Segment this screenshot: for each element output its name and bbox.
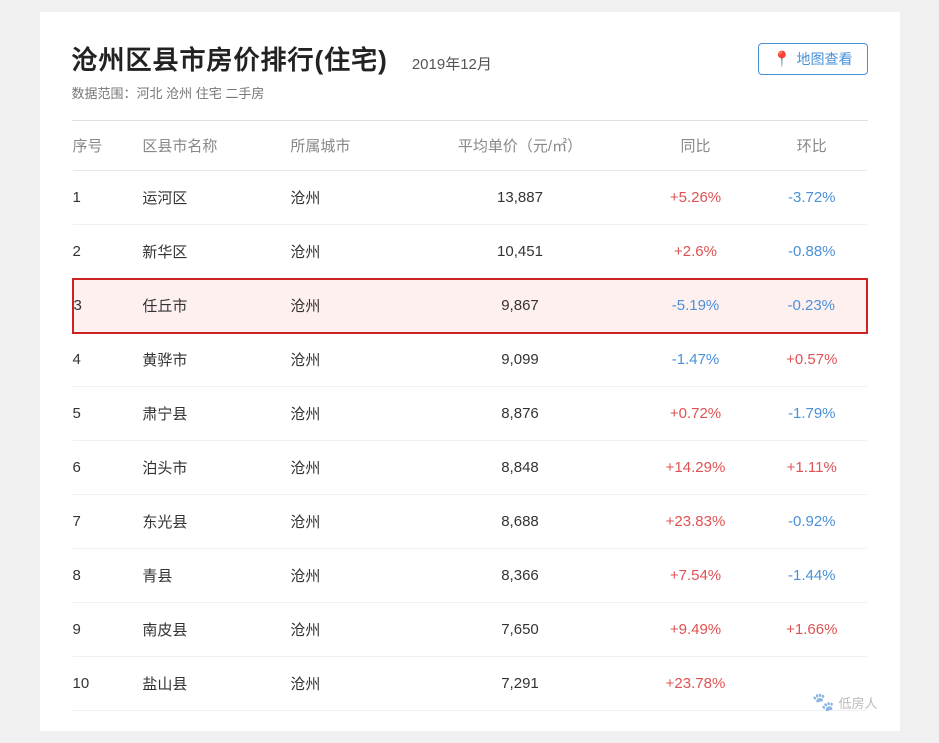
col-name: 区县市名称 [134,121,282,171]
cell-city: 沧州 [282,441,406,495]
cell-price: 8,688 [406,495,634,549]
cell-rank: 9 [73,603,135,657]
watermark: 🐾 低房人 [812,692,877,713]
cell-rank: 4 [73,333,135,387]
col-city: 所属城市 [282,121,406,171]
cell-yoy: +23.83% [634,495,757,549]
watermark-text: 低房人 [838,693,877,712]
cell-city: 沧州 [282,603,406,657]
table-header-row: 序号 区县市名称 所属城市 平均单价（元/㎡） 同比 环比 [73,121,867,171]
cell-price: 8,366 [406,549,634,603]
col-rank: 序号 [73,121,135,171]
cell-rank: 8 [73,549,135,603]
cell-mom: -0.88% [757,225,866,279]
cell-yoy: -1.47% [634,333,757,387]
cell-yoy: -5.19% [634,279,757,333]
cell-price: 13,887 [406,171,634,225]
watermark-icon: 🐾 [812,692,834,713]
cell-name: 南皮县 [134,603,282,657]
cell-city: 沧州 [282,225,406,279]
data-range: 数据范围：河北 沧州 住宅 二手房 [72,83,868,102]
table-row: 2新华区沧州10,451+2.6%-0.88% [73,225,867,279]
cell-price: 10,451 [406,225,634,279]
cell-price: 9,867 [406,279,634,333]
table-row: 4黄骅市沧州9,099-1.47%+0.57% [73,333,867,387]
cell-yoy: +2.6% [634,225,757,279]
cell-name: 运河区 [134,171,282,225]
cell-yoy: +5.26% [634,171,757,225]
cell-rank: 6 [73,441,135,495]
cell-city: 沧州 [282,279,406,333]
cell-rank: 5 [73,387,135,441]
cell-name: 泊头市 [134,441,282,495]
title-group: 沧州区县市房价排行(住宅) 2019年12月 [72,40,492,77]
date-label: 2019年12月 [412,53,492,74]
cell-rank: 10 [73,657,135,711]
cell-price: 9,099 [406,333,634,387]
table-row: 3任丘市沧州9,867-5.19%-0.23% [73,279,867,333]
map-icon: 📍 [773,50,792,68]
cell-mom: +0.57% [757,333,866,387]
main-title: 沧州区县市房价排行(住宅) [72,40,388,77]
cell-yoy: +23.78% [634,657,757,711]
cell-city: 沧州 [282,333,406,387]
cell-name: 任丘市 [134,279,282,333]
cell-price: 7,650 [406,603,634,657]
col-yoy: 同比 [634,121,757,171]
cell-city: 沧州 [282,387,406,441]
cell-name: 青县 [134,549,282,603]
map-button[interactable]: 📍 地图查看 [758,43,868,75]
header-row: 沧州区县市房价排行(住宅) 2019年12月 📍 地图查看 [72,40,868,77]
cell-rank: 2 [73,225,135,279]
cell-mom: +1.11% [757,441,866,495]
map-button-label: 地图查看 [797,49,853,69]
table-row: 9南皮县沧州7,650+9.49%+1.66% [73,603,867,657]
col-price: 平均单价（元/㎡） [406,121,634,171]
cell-price: 8,848 [406,441,634,495]
cell-yoy: +7.54% [634,549,757,603]
cell-rank: 3 [73,279,135,333]
table-row: 7东光县沧州8,688+23.83%-0.92% [73,495,867,549]
cell-mom: -0.23% [757,279,866,333]
cell-city: 沧州 [282,171,406,225]
table-row: 5肃宁县沧州8,876+0.72%-1.79% [73,387,867,441]
price-table: 序号 区县市名称 所属城市 平均单价（元/㎡） 同比 环比 1运河区沧州13,8… [72,121,868,711]
cell-mom: -0.92% [757,495,866,549]
cell-name: 新华区 [134,225,282,279]
cell-price: 7,291 [406,657,634,711]
cell-mom: -1.44% [757,549,866,603]
cell-name: 东光县 [134,495,282,549]
table-row: 1运河区沧州13,887+5.26%-3.72% [73,171,867,225]
cell-name: 黄骅市 [134,333,282,387]
cell-rank: 7 [73,495,135,549]
table-row: 10盐山县沧州7,291+23.78% [73,657,867,711]
cell-city: 沧州 [282,495,406,549]
cell-name: 盐山县 [134,657,282,711]
cell-mom: +1.66% [757,603,866,657]
cell-mom: -3.72% [757,171,866,225]
cell-city: 沧州 [282,657,406,711]
main-card: 沧州区县市房价排行(住宅) 2019年12月 📍 地图查看 数据范围：河北 沧州… [40,12,900,731]
col-mom: 环比 [757,121,866,171]
cell-rank: 1 [73,171,135,225]
cell-price: 8,876 [406,387,634,441]
cell-city: 沧州 [282,549,406,603]
cell-yoy: +0.72% [634,387,757,441]
cell-mom: -1.79% [757,387,866,441]
table-row: 6泊头市沧州8,848+14.29%+1.11% [73,441,867,495]
table-row: 8青县沧州8,366+7.54%-1.44% [73,549,867,603]
cell-yoy: +14.29% [634,441,757,495]
cell-yoy: +9.49% [634,603,757,657]
cell-name: 肃宁县 [134,387,282,441]
